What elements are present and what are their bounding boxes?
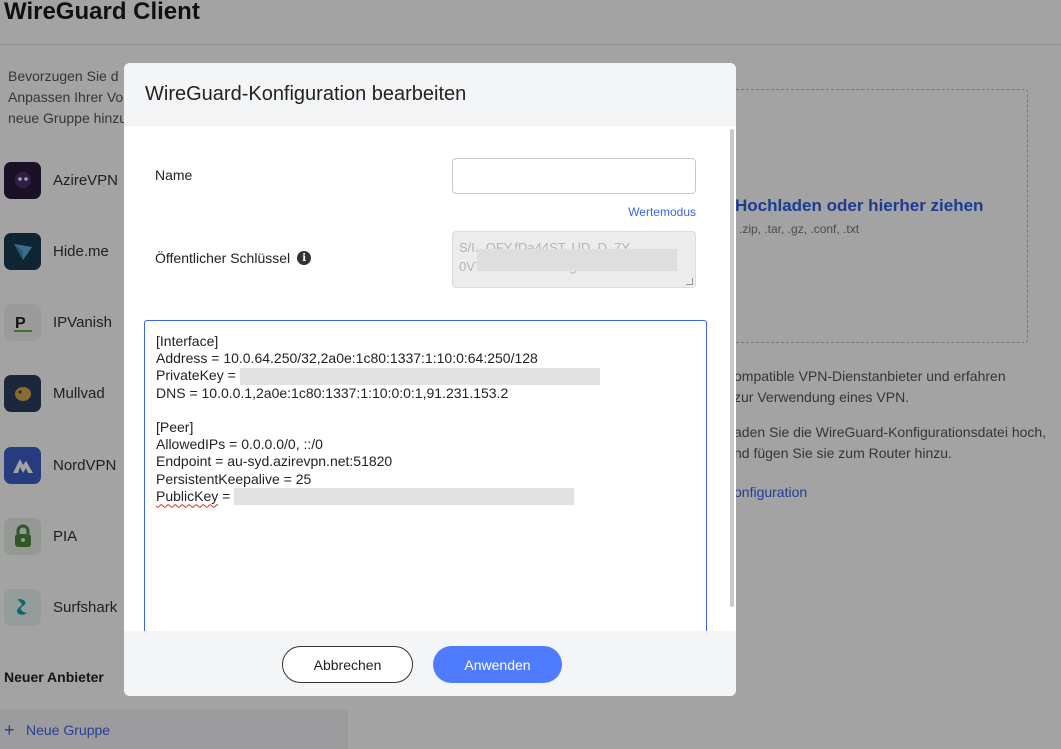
resize-grip-icon[interactable] [686,278,693,285]
peer-public-key-redaction [234,488,575,506]
name-label: Name [155,167,192,183]
edit-config-dialog: WireGuard-Konfiguration bearbeiten Name … [124,63,736,696]
public-key-field: S/I...OFY.fDa44ST..UD..D..7Y 0V7DdkrWlc0… [452,231,696,288]
spellcheck-word: PublicKey [156,487,219,504]
dialog-footer: Abbrechen Anwenden [124,631,736,696]
dialog-title: WireGuard-Konfiguration bearbeiten [145,83,467,105]
config-line: AllowedIPs = 0.0.0.0/0, ::/0 [156,436,323,453]
public-key-label-text: Öffentlicher Schlüssel [155,250,291,266]
cancel-button[interactable]: Abbrechen [282,646,413,683]
public-key-label: Öffentlicher Schlüssel i [155,250,312,266]
value-mode-link[interactable]: Wertemodus [628,205,696,219]
name-input[interactable] [452,158,696,194]
dialog-scrollbar[interactable] [730,129,734,607]
info-icon[interactable]: i [297,251,312,265]
dialog-header: WireGuard-Konfiguration bearbeiten [124,63,736,126]
config-line: DNS = 10.0.0.1,2a0e:1c80:1337:1:10:0:0:1… [156,384,509,401]
config-line: [Interface] [156,333,219,349]
name-label-text: Name [155,167,193,183]
config-line: Address = 10.0.64.250/32,2a0e:1c80:1337:… [156,350,538,367]
config-line: PersistentKeepalive = 25 [156,470,312,487]
config-line: PrivateKey = [156,367,695,386]
apply-button[interactable]: Anwenden [433,646,562,683]
config-textarea[interactable]: [Interface] Address = 10.0.64.250/32,2a0… [144,320,707,660]
private-key-redaction [239,368,600,386]
config-line: [Peer] [156,418,194,435]
config-line: Endpoint = au-syd.azirevpn.net:51820 [156,453,393,470]
public-key-redaction [477,249,677,271]
config-line: PublicKey = [156,487,695,506]
